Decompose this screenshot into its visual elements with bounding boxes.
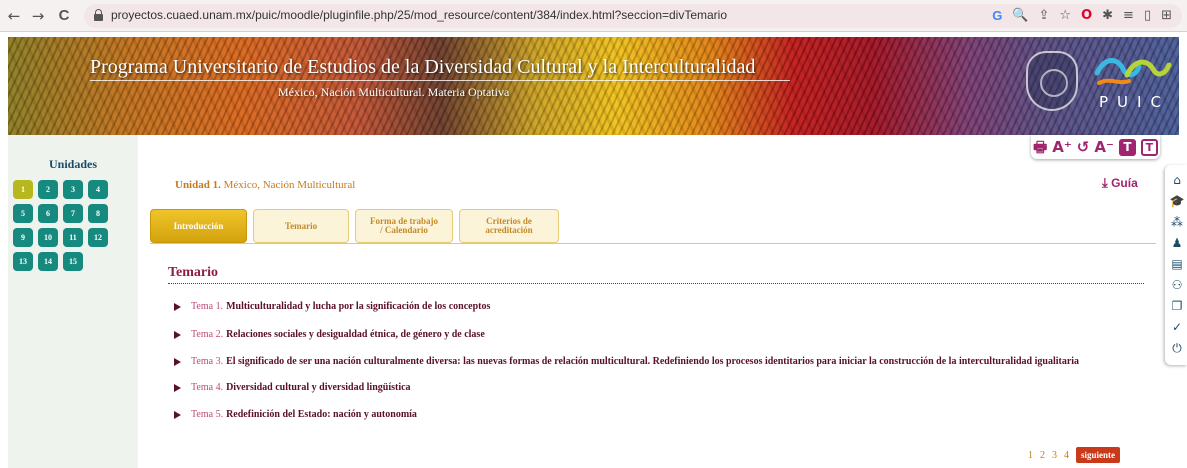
check-icon[interactable]: ✓	[1169, 320, 1185, 334]
unit-button-4[interactable]: 4	[88, 180, 108, 199]
topic-item[interactable]: Tema 4. Diversidad cultural y diversidad…	[174, 382, 411, 393]
title-underline	[90, 80, 790, 81]
section-divider	[168, 283, 1144, 284]
guide-label: Guía	[1111, 176, 1138, 190]
unit-button-10[interactable]: 10	[38, 228, 58, 247]
forward-icon[interactable]: →	[28, 6, 48, 26]
unit-label: Unidad 1.	[175, 179, 221, 191]
triangle-bullet-icon	[174, 410, 181, 419]
unit-button-13[interactable]: 13	[13, 252, 33, 271]
unit-button-5[interactable]: 5	[13, 204, 33, 223]
normal-contrast-icon[interactable]: T	[1140, 138, 1158, 156]
page-link[interactable]: 1	[1028, 450, 1033, 461]
right-floating-toolbar: ⌂ 🎓 ⁂ ♟ ▤ ⚇ ❐ ✓ ⏻	[1165, 165, 1187, 365]
back-icon[interactable]: ←	[4, 6, 24, 26]
unit-button-3[interactable]: 3	[63, 180, 83, 199]
sidebar-toggle-icon[interactable]: ▯	[1144, 6, 1151, 26]
users-icon[interactable]: ⚇	[1169, 278, 1185, 292]
home-icon[interactable]: ⌂	[1169, 173, 1185, 187]
triangle-bullet-icon	[174, 330, 181, 339]
tab-introduccion[interactable]: Introducción	[150, 209, 247, 243]
unit-button-9[interactable]: 9	[13, 228, 33, 247]
topic-title: Redefinición del Estado: nación y autono…	[226, 409, 417, 420]
graduation-cap-icon[interactable]: 🎓	[1169, 194, 1185, 208]
topic-number: Tema 5.	[191, 409, 224, 420]
accessibility-toolbar: 🖶 A⁺ ↺ A⁻ T T	[1031, 135, 1160, 159]
share-icon[interactable]: ⇪	[1039, 6, 1050, 26]
reload-icon[interactable]: C	[54, 6, 74, 26]
increase-font-icon[interactable]: A⁺	[1052, 138, 1072, 156]
browser-extension-icons: G 🔍 ⇪ ☆ O ✱ ≡ ▯ ⊞	[992, 6, 1172, 26]
units-title: Unidades	[48, 157, 98, 171]
header-banner: Programa Universitario de Estudios de la…	[8, 37, 1179, 135]
group-icon[interactable]: ⁂	[1169, 215, 1185, 229]
puic-logo: PUIC	[1093, 53, 1173, 123]
extensions-icon[interactable]: ✱	[1102, 6, 1113, 26]
unit-button-1[interactable]: 1	[13, 180, 33, 199]
topic-item[interactable]: Tema 2. Relaciones sociales y desigualda…	[174, 329, 485, 340]
unit-button-2[interactable]: 2	[38, 180, 58, 199]
unit-name: México, Nación Multicultural	[223, 179, 356, 191]
unam-seal-icon	[1026, 51, 1078, 111]
tab-forma-de-trabajo[interactable]: Forma de trabajo / Calendario	[355, 209, 453, 243]
address-bar[interactable]: proyectos.cuaed.unam.mx/puic/moodle/plug…	[84, 4, 1182, 28]
user-icon[interactable]: ♟	[1169, 236, 1185, 250]
units-sidebar: Unidades 1 2 3 4 5 6 7 8 9 10 11 12 13 14 15	[8, 135, 138, 468]
topic-title: Multiculturalidad y lucha por la signifi…	[226, 301, 491, 312]
guide-download-link[interactable]: ⤓ Guía	[1102, 176, 1138, 191]
topic-title: El significado de ser una nación cultura…	[226, 356, 1080, 367]
reset-font-icon[interactable]: ↺	[1077, 138, 1090, 156]
page-link[interactable]: 3	[1052, 450, 1057, 461]
course-subtitle: México, Nación Multicultural. Materia Op…	[278, 85, 510, 99]
book-icon[interactable]: ▤	[1169, 257, 1185, 271]
page-link[interactable]: 2	[1040, 450, 1045, 461]
unit-button-7[interactable]: 7	[63, 204, 83, 223]
print-icon[interactable]: 🖶	[1033, 138, 1047, 156]
topic-number: Tema 1.	[191, 301, 224, 312]
section-title: Temario	[168, 265, 219, 280]
topic-title: Relaciones sociales y desigualdad étnica…	[226, 329, 485, 340]
unit-button-12[interactable]: 12	[88, 228, 108, 247]
tab-criterios[interactable]: Criterios de acreditación	[459, 209, 559, 243]
topic-number: Tema 2.	[191, 329, 224, 340]
profile-icon[interactable]: ⊞	[1161, 6, 1172, 26]
unit-button-6[interactable]: 6	[38, 204, 58, 223]
topic-number: Tema 3.	[191, 356, 224, 367]
unit-heading: Unidad 1. México, Nación Multicultural	[175, 179, 355, 191]
browser-toolbar: ← → C proyectos.cuaed.unam.mx/puic/moodl…	[0, 0, 1187, 32]
triangle-bullet-icon	[174, 383, 181, 392]
reading-list-icon[interactable]: ≡	[1123, 6, 1134, 26]
puic-logo-text: PUIC	[1099, 93, 1170, 111]
opera-icon[interactable]: O	[1081, 6, 1092, 26]
zoom-icon[interactable]: 🔍	[1012, 6, 1028, 26]
power-icon[interactable]: ⏻	[1169, 341, 1185, 355]
puic-waves-icon	[1094, 58, 1172, 85]
page-link[interactable]: 4	[1064, 450, 1069, 461]
topic-number: Tema 4.	[191, 382, 224, 393]
pagination: 1 2 3 4 siguiente	[1028, 447, 1121, 463]
download-icon: ⤓	[1102, 176, 1108, 191]
decrease-font-icon[interactable]: A⁻	[1094, 138, 1114, 156]
next-button[interactable]: siguiente	[1076, 447, 1121, 463]
google-icon[interactable]: G	[992, 6, 1002, 26]
triangle-bullet-icon	[174, 302, 181, 311]
topic-title: Diversidad cultural y diversidad lingüís…	[226, 382, 411, 393]
unit-button-8[interactable]: 8	[88, 204, 108, 223]
high-contrast-icon[interactable]: T	[1118, 138, 1136, 156]
url-text[interactable]: proyectos.cuaed.unam.mx/puic/moodle/plug…	[111, 8, 727, 22]
tabs-divider	[150, 243, 1156, 244]
program-title: Programa Universitario de Estudios de la…	[90, 56, 756, 78]
topic-item[interactable]: Tema 3. El significado de ser una nación…	[174, 356, 1079, 367]
chat-icon[interactable]: ❐	[1169, 299, 1185, 313]
lock-icon	[94, 9, 103, 21]
unit-button-11[interactable]: 11	[63, 228, 83, 247]
bookmark-star-icon[interactable]: ☆	[1059, 6, 1071, 26]
topic-item[interactable]: Tema 1. Multiculturalidad y lucha por la…	[174, 301, 490, 312]
triangle-bullet-icon	[174, 357, 181, 366]
unit-button-15[interactable]: 15	[63, 252, 83, 271]
unit-button-14[interactable]: 14	[38, 252, 58, 271]
topic-item[interactable]: Tema 5. Redefinición del Estado: nación …	[174, 409, 417, 420]
tab-temario[interactable]: Temario	[253, 209, 349, 243]
page-left-margin	[0, 32, 8, 468]
